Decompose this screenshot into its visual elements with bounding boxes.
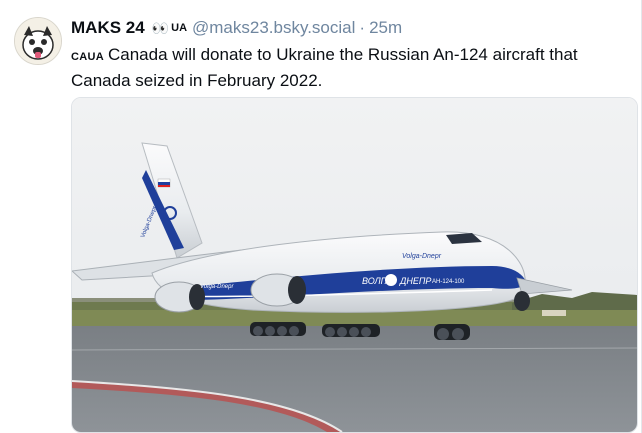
- post-timestamp[interactable]: 25m: [369, 18, 402, 38]
- post-header: MAKS 24 👀 UA @maks23.bsky.social · 25m: [71, 17, 632, 39]
- post-text: CAUA Canada will donate to Ukraine the Ru…: [71, 43, 611, 92]
- aircraft-photo: Volga-Dnepr Volga-Dnepr ВОЛГА ДНЕПР AH-1…: [72, 98, 637, 432]
- post-image[interactable]: Volga-Dnepr Volga-Dnepr ВОЛГА ДНЕПР AH-1…: [71, 97, 638, 433]
- flag-prefix: CAUA: [71, 51, 104, 63]
- eyes-emoji-icon: 👀: [151, 19, 169, 36]
- avatar[interactable]: [14, 17, 62, 65]
- belly-text-right: ДНЕПР: [399, 276, 431, 286]
- feed-post[interactable]: MAKS 24 👀 UA @maks23.bsky.social · 25m C…: [0, 0, 642, 433]
- post-body: Canada will donate to Ukraine the Russia…: [71, 45, 578, 90]
- avatar-image: [15, 18, 61, 64]
- registration-text: AH-124-100: [432, 279, 465, 285]
- header-separator: ·: [359, 18, 366, 37]
- ua-flag-label: UA: [171, 22, 188, 34]
- nose-livery-text: Volga-Dnepr: [402, 253, 442, 260]
- engine-livery-text: Volga-Dnepr: [200, 284, 234, 290]
- author-handle[interactable]: @maks23.bsky.social: [192, 18, 355, 38]
- author-name[interactable]: MAKS 24: [71, 18, 145, 38]
